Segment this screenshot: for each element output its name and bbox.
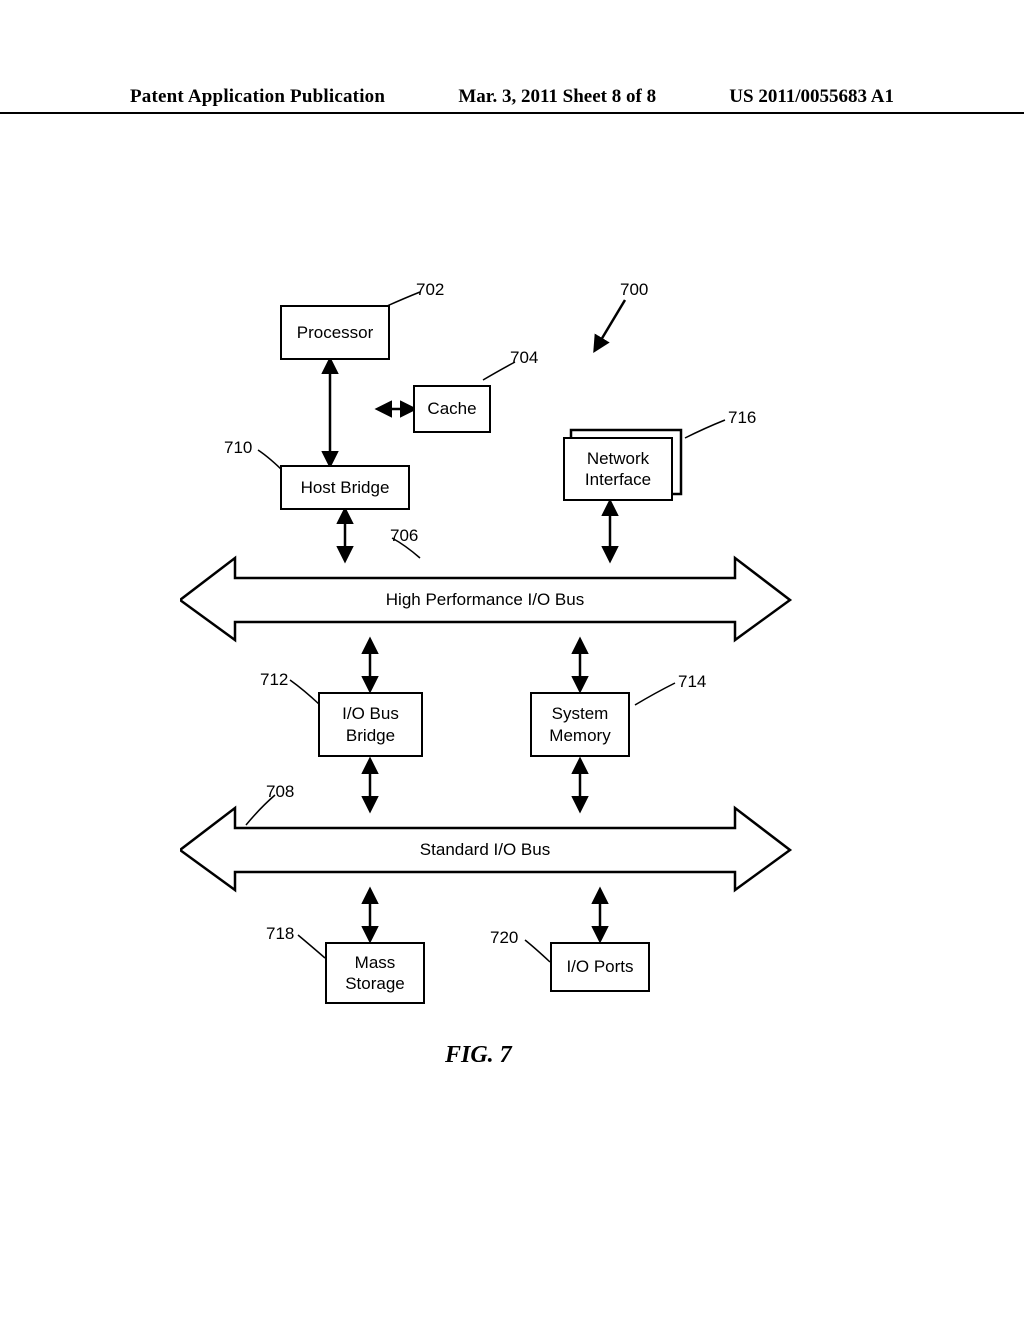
ref-710: 710 xyxy=(224,438,252,458)
box-io-ports: I/O Ports xyxy=(550,942,650,992)
figure-diagram: Processor Cache Host Bridge Network Inte… xyxy=(180,280,830,1060)
ref-702: 702 xyxy=(416,280,444,300)
ref-714: 714 xyxy=(678,672,706,692)
ref-720: 720 xyxy=(490,928,518,948)
bus-label-high-performance: High Performance I/O Bus xyxy=(180,590,790,610)
ref-718: 718 xyxy=(266,924,294,944)
box-mass-storage: Mass Storage xyxy=(325,942,425,1004)
box-network-interface: Network Interface xyxy=(563,437,673,501)
ref-706: 706 xyxy=(390,526,418,546)
box-io-bus-bridge: I/O Bus Bridge xyxy=(318,692,423,757)
ref-708: 708 xyxy=(266,782,294,802)
box-processor: Processor xyxy=(280,305,390,360)
ref-704: 704 xyxy=(510,348,538,368)
ref-712: 712 xyxy=(260,670,288,690)
ref-700: 700 xyxy=(620,280,648,300)
figure-caption: FIG. 7 xyxy=(445,1042,512,1069)
header-date-sheet: Mar. 3, 2011 Sheet 8 of 8 xyxy=(458,86,656,108)
bus-label-standard: Standard I/O Bus xyxy=(180,840,790,860)
box-host-bridge: Host Bridge xyxy=(280,465,410,510)
box-system-memory: System Memory xyxy=(530,692,630,757)
box-cache: Cache xyxy=(413,385,491,433)
header-pub-number: US 2011/0055683 A1 xyxy=(729,86,894,108)
header-publication: Patent Application Publication xyxy=(130,86,385,108)
ref-716: 716 xyxy=(728,408,756,428)
page-header: Patent Application Publication Mar. 3, 2… xyxy=(0,86,1024,114)
